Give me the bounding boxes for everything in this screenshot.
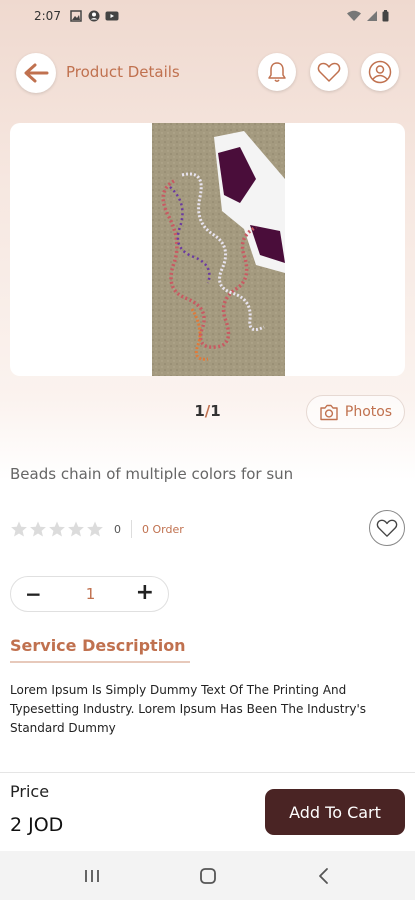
pager-current: 1 <box>194 402 205 420</box>
rating-stars <box>10 520 104 538</box>
service-description: Lorem Ipsum Is Simply Dummy Text Of The … <box>10 683 367 735</box>
photos-label: Photos <box>344 404 393 420</box>
star-icon <box>30 521 46 537</box>
order-count: 0 Order <box>142 522 184 536</box>
add-to-favorites-button[interactable] <box>369 510 405 546</box>
home-icon <box>200 868 216 884</box>
star-icon <box>49 521 65 537</box>
youtube-icon <box>105 11 119 21</box>
camera-icon <box>320 404 338 420</box>
notifications-button[interactable] <box>258 53 296 91</box>
increase-quantity-button[interactable]: + <box>136 582 154 604</box>
heart-icon <box>317 62 341 82</box>
pager-total: 1 <box>210 402 221 420</box>
price-label: Price <box>10 782 50 801</box>
rating-count: 0 <box>114 522 121 536</box>
recent-apps-button[interactable] <box>80 865 104 887</box>
decrease-quantity-button[interactable]: − <box>25 584 42 604</box>
chevron-left-icon <box>319 868 328 884</box>
app-header: Product Details <box>0 50 415 96</box>
system-back-button[interactable] <box>312 865 336 887</box>
rating-row: 0 0 Order <box>10 518 184 540</box>
back-button[interactable] <box>16 53 56 93</box>
account-circle-icon <box>88 10 100 22</box>
star-icon <box>11 521 27 537</box>
gallery-icon <box>70 10 82 22</box>
bell-icon <box>268 62 286 82</box>
status-bar: 2:07 <box>0 0 415 34</box>
system-navigation-bar <box>0 851 415 900</box>
user-icon <box>368 60 392 84</box>
section-title: Service Description <box>10 636 186 655</box>
product-name: Beads chain of multiple colors for sun <box>10 465 294 483</box>
star-icon <box>87 521 103 537</box>
status-time: 2:07 <box>34 9 61 23</box>
star-icon <box>68 521 84 537</box>
wifi-icon <box>347 10 361 21</box>
photos-button[interactable]: Photos <box>306 395 405 429</box>
quantity-stepper: 1 − + <box>10 576 169 612</box>
footer-divider <box>0 772 415 773</box>
home-button[interactable] <box>196 865 220 887</box>
back-arrow-icon <box>24 63 49 83</box>
page-title: Product Details <box>66 63 180 81</box>
battery-icon <box>382 10 389 22</box>
product-photo <box>152 123 285 376</box>
heart-icon <box>376 519 398 537</box>
add-to-cart-button[interactable]: Add To Cart <box>265 789 405 835</box>
profile-button[interactable] <box>361 53 399 91</box>
rating-divider <box>131 520 132 538</box>
signal-icon <box>367 11 377 21</box>
wishlist-button[interactable] <box>310 53 348 91</box>
recent-apps-icon <box>85 870 99 882</box>
section-underline <box>10 661 190 663</box>
product-image-card[interactable] <box>10 123 405 376</box>
price-value: 2 JOD <box>10 814 64 836</box>
